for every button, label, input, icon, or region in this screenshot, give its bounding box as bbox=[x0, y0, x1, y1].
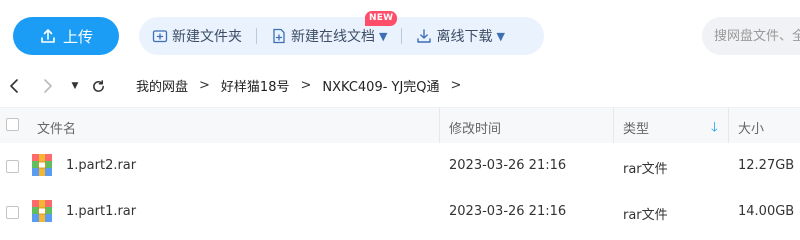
file-type: rar文件 bbox=[623, 208, 668, 223]
table-row[interactable]: 1.part2.rar 2023-03-26 21:16 rar文件 12.27… bbox=[0, 143, 800, 189]
back-arrow-icon[interactable] bbox=[6, 76, 22, 96]
upload-button[interactable]: 上传 bbox=[13, 17, 119, 55]
file-name[interactable]: 1.part1.rar bbox=[66, 204, 136, 219]
new-folder-button[interactable]: 新建文件夹 bbox=[152, 17, 242, 55]
column-header-size[interactable]: 大小 bbox=[738, 118, 764, 137]
select-all-checkbox[interactable] bbox=[6, 118, 19, 131]
breadcrumb-item[interactable]: 好样猫18号 bbox=[221, 76, 290, 95]
file-modified: 2023-03-26 21:16 bbox=[449, 204, 567, 219]
breadcrumb-separator-icon: > bbox=[199, 77, 210, 93]
new-folder-label: 新建文件夹 bbox=[172, 29, 242, 45]
action-group: 新建文件夹 新建在线文档 ▼ 离线下载 ▼ bbox=[139, 17, 544, 55]
file-modified: 2023-03-26 21:16 bbox=[449, 158, 567, 173]
history-dropdown-icon[interactable]: ▼ bbox=[70, 76, 80, 96]
refresh-icon[interactable] bbox=[90, 76, 106, 96]
file-size: 14.00GB bbox=[738, 204, 795, 219]
rar-file-icon bbox=[32, 154, 52, 176]
breadcrumb-item-current[interactable]: NXKC409- YJ完Q通 bbox=[322, 76, 439, 95]
column-divider[interactable] bbox=[728, 107, 729, 143]
column-header-type[interactable]: 类型 bbox=[623, 118, 649, 137]
upload-label: 上传 bbox=[62, 27, 93, 46]
rar-file-icon bbox=[32, 200, 52, 222]
folder-plus-icon bbox=[152, 30, 168, 43]
forward-arrow-icon[interactable] bbox=[40, 76, 56, 96]
breadcrumb-separator-icon: > bbox=[300, 77, 312, 93]
breadcrumb: 我的网盘 > 好样猫18号 > NXKC409- YJ完Q通 > bbox=[136, 75, 472, 95]
doc-plus-icon bbox=[273, 28, 285, 44]
upload-icon bbox=[41, 29, 55, 43]
toolbar: 上传 新建文件夹 新建在线文档 ▼ 离线下载 ▼ NEW 搜网盘文件、全 bbox=[0, 0, 800, 72]
search-input[interactable] bbox=[702, 17, 800, 55]
divider bbox=[256, 28, 257, 44]
file-name[interactable]: 1.part2.rar bbox=[66, 158, 136, 173]
file-size: 12.27GB bbox=[738, 158, 795, 173]
chevron-down-icon: ▼ bbox=[496, 29, 505, 43]
offline-download-label: 离线下载 bbox=[436, 29, 493, 45]
new-badge: NEW bbox=[365, 11, 398, 26]
column-divider[interactable] bbox=[613, 107, 614, 143]
table-header bbox=[0, 107, 800, 143]
divider bbox=[401, 28, 403, 44]
download-icon bbox=[417, 29, 432, 43]
new-online-doc-label: 新建在线文档 bbox=[291, 29, 375, 45]
sort-down-icon[interactable]: 🡓 bbox=[711, 118, 718, 140]
table-row[interactable]: 1.part1.rar 2023-03-26 21:16 rar文件 14.00… bbox=[0, 189, 800, 235]
column-divider[interactable] bbox=[439, 107, 440, 143]
row-checkbox[interactable] bbox=[6, 206, 19, 219]
row-checkbox[interactable] bbox=[6, 160, 19, 173]
column-header-modified[interactable]: 修改时间 bbox=[449, 118, 501, 137]
breadcrumb-separator-icon: > bbox=[450, 77, 462, 93]
file-type: rar文件 bbox=[623, 162, 668, 177]
column-header-name[interactable]: 文件名 bbox=[37, 118, 76, 137]
chevron-down-icon: ▼ bbox=[379, 29, 388, 43]
breadcrumb-item-root[interactable]: 我的网盘 bbox=[136, 76, 188, 95]
offline-download-button[interactable]: 离线下载 ▼ bbox=[416, 17, 505, 55]
